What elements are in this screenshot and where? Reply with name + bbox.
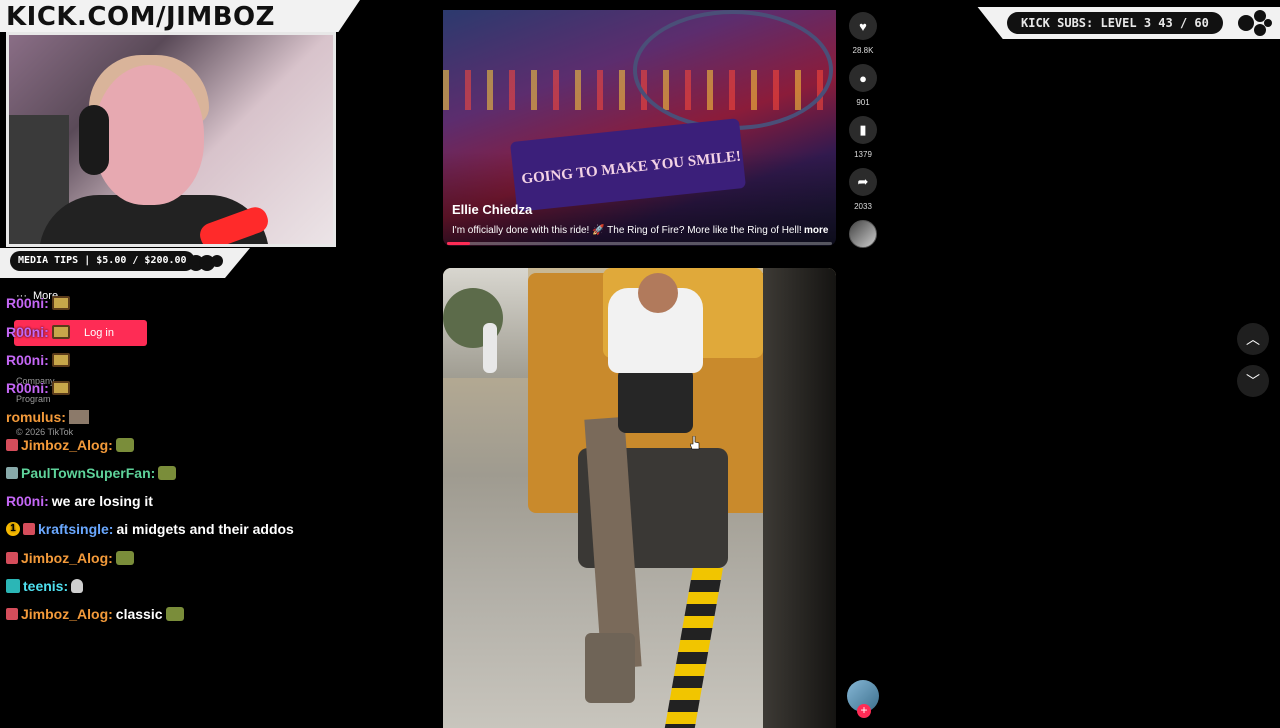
chat-message: R00ni: we are losing it bbox=[6, 493, 153, 509]
chat-text: classic bbox=[115, 606, 163, 622]
comment-icon: ● bbox=[859, 70, 867, 86]
comment-count: 901 bbox=[856, 98, 870, 107]
chat-username: kraftsingle: bbox=[38, 521, 114, 537]
chat-username: R00ni: bbox=[6, 295, 49, 311]
chat-username: R00ni: bbox=[6, 380, 49, 396]
chat-message: Jimboz_Alog: classic bbox=[6, 606, 184, 622]
emote-icon bbox=[51, 381, 70, 395]
save-count: 1379 bbox=[854, 150, 872, 159]
chat-message: R00ni: bbox=[6, 380, 70, 396]
kick-logo-icon bbox=[1238, 10, 1272, 36]
badge-icon bbox=[23, 523, 35, 535]
emote-icon bbox=[51, 325, 70, 339]
like-count: 28.8K bbox=[852, 46, 874, 55]
webcam-feed bbox=[6, 32, 336, 247]
skull-emote-icon bbox=[71, 579, 84, 593]
follow-plus-icon[interactable]: + bbox=[857, 704, 871, 718]
chat-username: PaulTownSuperFan: bbox=[21, 465, 156, 481]
chat-message: R00ni: bbox=[6, 295, 70, 311]
chat-message: Jimboz_Alog: bbox=[6, 550, 134, 566]
emote-icon bbox=[158, 466, 177, 480]
video-author[interactable]: Ellie Chiedza bbox=[452, 202, 532, 217]
badge-icon bbox=[6, 579, 20, 593]
chat-message: R00ni: bbox=[6, 324, 70, 340]
video-caption: I'm officially done with this ride! 🚀 Th… bbox=[452, 225, 802, 236]
chat-username: romulus: bbox=[6, 409, 66, 425]
emote-icon bbox=[165, 607, 184, 621]
channel-title: KICK.COM/JIMBOZ bbox=[6, 2, 275, 32]
chat-message: PaulTownSuperFan: bbox=[6, 465, 177, 481]
emote-icon bbox=[51, 353, 70, 367]
next-video-button[interactable]: ﹀ bbox=[1237, 365, 1269, 397]
heart-icon: ♥ bbox=[859, 18, 867, 34]
chat-message: teenis: bbox=[6, 578, 84, 594]
copyright-text: © 2026 TikTok bbox=[16, 427, 74, 437]
chat-message: 1 kraftsingle: ai midgets and their addos bbox=[6, 521, 294, 537]
hand-cursor-icon bbox=[690, 436, 700, 450]
emote-icon bbox=[68, 410, 89, 424]
chat-message: R00ni: bbox=[6, 352, 70, 368]
share-button[interactable]: ➦ bbox=[849, 168, 877, 196]
video-card-1[interactable]: GOING TO MAKE YOU SMILE! Ellie Chiedza I… bbox=[443, 10, 836, 246]
caption-more-link[interactable]: more bbox=[804, 225, 828, 236]
chat-message: romulus: bbox=[6, 409, 89, 425]
badge-icon bbox=[6, 467, 18, 479]
save-button[interactable]: ▮ bbox=[849, 116, 877, 144]
comment-button[interactable]: ● bbox=[849, 64, 877, 92]
media-tips-label: MEDIA TIPS | $5.00 / $200.00 bbox=[10, 251, 195, 271]
share-icon: ➦ bbox=[857, 174, 869, 189]
chevron-up-icon: ︿ bbox=[1246, 331, 1260, 347]
like-button[interactable]: ♥ bbox=[849, 12, 877, 40]
video-progress-bar[interactable] bbox=[447, 242, 832, 245]
emote-icon bbox=[115, 438, 134, 452]
chat-username: R00ni: bbox=[6, 493, 49, 509]
chat-text: we are losing it bbox=[51, 493, 153, 509]
bookmark-icon: ▮ bbox=[859, 122, 867, 137]
emote-icon bbox=[51, 296, 70, 310]
chat-username: Jimboz_Alog: bbox=[21, 437, 113, 453]
badge-icon bbox=[6, 552, 18, 564]
chat-message: Jimboz_Alog: bbox=[6, 437, 134, 453]
chevron-down-icon: ﹀ bbox=[1246, 373, 1260, 389]
previous-video-button[interactable]: ︿ bbox=[1237, 323, 1269, 355]
chat-username: Jimboz_Alog: bbox=[21, 550, 113, 566]
emote-icon bbox=[115, 551, 134, 565]
video-card-2[interactable] bbox=[443, 268, 836, 728]
kick-logo-icon bbox=[188, 255, 223, 271]
share-count: 2033 bbox=[854, 202, 872, 211]
chat-username: R00ni: bbox=[6, 352, 49, 368]
badge-icon bbox=[6, 439, 18, 451]
chat-username: Jimboz_Alog: bbox=[21, 606, 113, 622]
badge-icon: 1 bbox=[6, 522, 20, 536]
chat-username: teenis: bbox=[23, 578, 69, 594]
kick-subs-label: KICK SUBS: LEVEL 3 43 / 60 bbox=[1007, 12, 1223, 34]
sound-avatar[interactable] bbox=[849, 220, 877, 248]
chat-username: R00ni: bbox=[6, 324, 49, 340]
badge-icon bbox=[6, 608, 18, 620]
chat-text: ai midgets and their addos bbox=[116, 521, 294, 537]
